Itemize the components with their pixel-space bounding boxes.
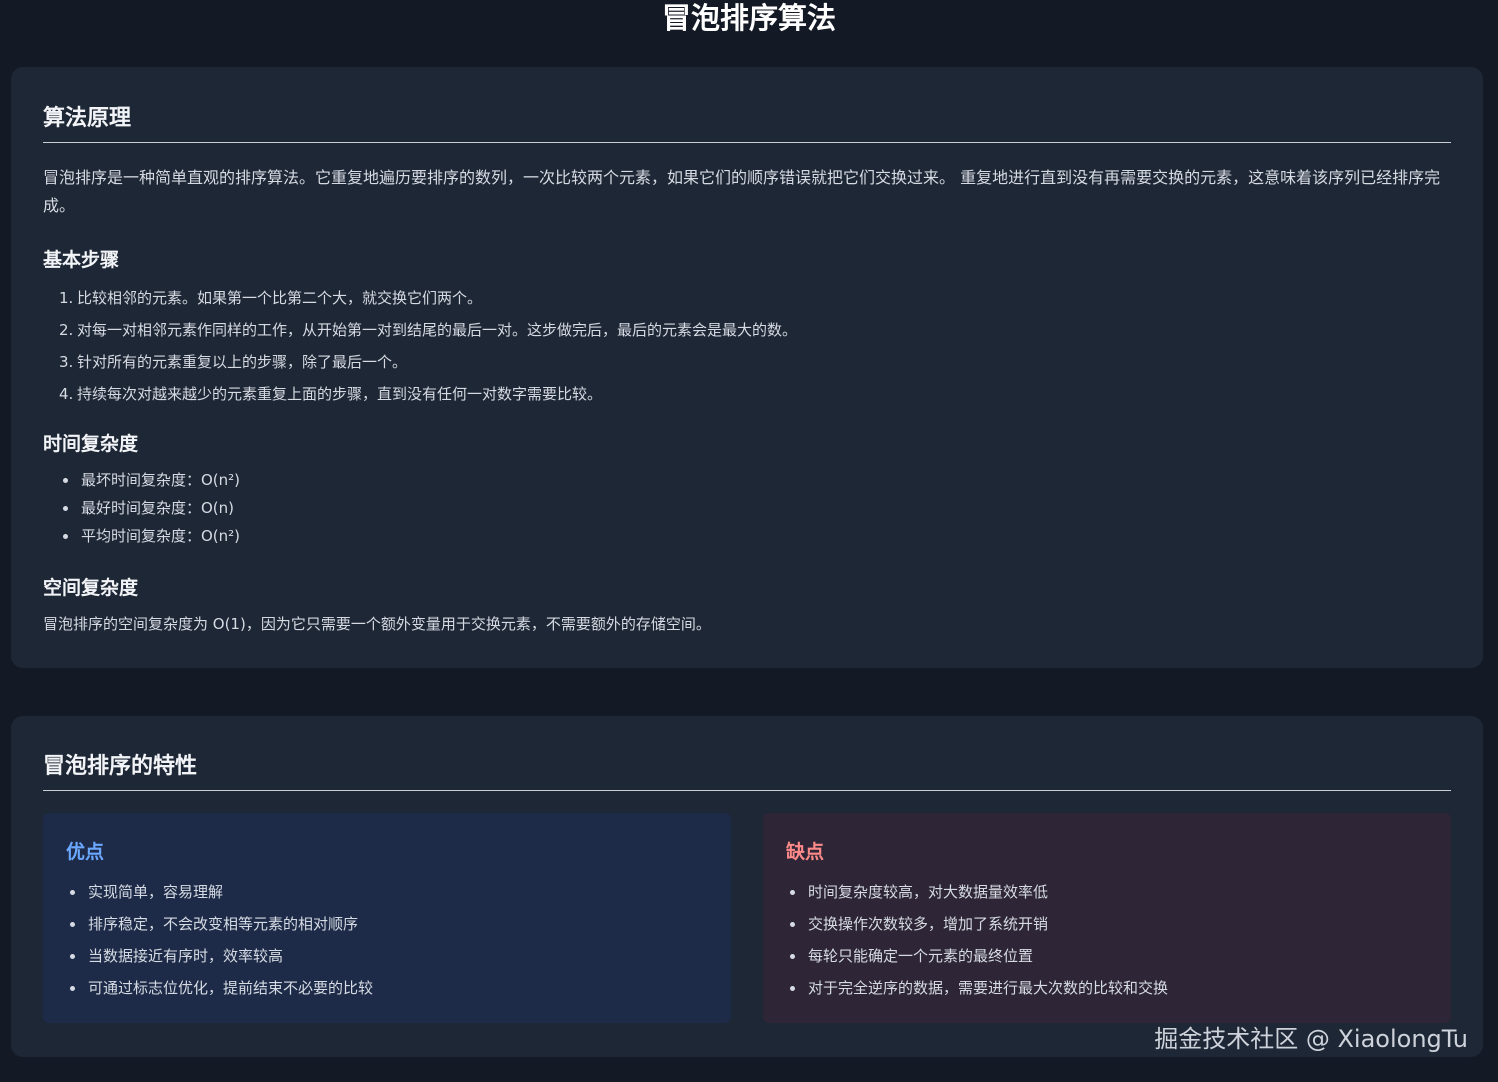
pros-panel: 优点 实现简单，容易理解 排序稳定，不会改变相等元素的相对顺序 当数据接近有序时… xyxy=(43,813,731,1023)
time-complexity-list: 最坏时间复杂度：O(n²) 最好时间复杂度：O(n) 平均时间复杂度：O(n²) xyxy=(59,466,240,550)
page-title: 冒泡排序算法 xyxy=(661,1,836,35)
cons-list: 时间复杂度较高，对大数据量效率低 交换操作次数较多，增加了系统开销 每轮只能确定… xyxy=(786,876,1168,1004)
list-item: 平均时间复杂度：O(n²) xyxy=(59,522,240,550)
list-item: 交换操作次数较多，增加了系统开销 xyxy=(786,908,1168,940)
step-item: 1. 比较相邻的元素。如果第一个比第二个大，就交换它们两个。 xyxy=(59,289,483,307)
list-item: 可通过标志位优化，提前结束不必要的比较 xyxy=(66,972,373,1004)
steps-heading: 基本步骤 xyxy=(43,249,120,271)
list-item: 最好时间复杂度：O(n) xyxy=(59,494,240,522)
principle-heading: 算法原理 xyxy=(43,100,1451,143)
list-item: 对于完全逆序的数据，需要进行最大次数的比较和交换 xyxy=(786,972,1168,1004)
list-item: 最坏时间复杂度：O(n²) xyxy=(59,466,240,494)
watermark: 掘金技术社区 @ XiaolongTu xyxy=(1154,1025,1468,1053)
steps-list: 1. 比较相邻的元素。如果第一个比第二个大，就交换它们两个。 2. 对每一对相邻元素… xyxy=(59,282,797,410)
step-item: 3. 针对所有的元素重复以上的步骤，除了最后一个。 xyxy=(59,353,408,371)
list-item: 实现简单，容易理解 xyxy=(66,876,373,908)
pros-list: 实现简单，容易理解 排序稳定，不会改变相等元素的相对顺序 当数据接近有序时，效率… xyxy=(66,876,373,1004)
space-complexity-heading: 空间复杂度 xyxy=(43,577,139,599)
cons-panel: 缺点 时间复杂度较高，对大数据量效率低 交换操作次数较多，增加了系统开销 每轮只… xyxy=(763,813,1451,1023)
step-item: 2. 对每一对相邻元素作同样的工作，从开始第一对到结尾的最后一对。这步做完后，最后… xyxy=(59,321,798,339)
step-item: 4. 持续每次对越来越少的元素重复上面的步骤，直到没有任何一对数字需要比较。 xyxy=(59,385,603,403)
list-item: 排序稳定，不会改变相等元素的相对顺序 xyxy=(66,908,373,940)
cons-title: 缺点 xyxy=(786,841,825,863)
pros-title: 优点 xyxy=(66,841,105,863)
list-item: 当数据接近有序时，效率较高 xyxy=(66,940,373,972)
list-item: 时间复杂度较高，对大数据量效率低 xyxy=(786,876,1168,908)
space-complexity-text: 冒泡排序的空间复杂度为 O(1)，因为它只需要一个额外变量用于交换元素，不需要额… xyxy=(43,615,711,633)
list-item: 每轮只能确定一个元素的最终位置 xyxy=(786,940,1168,972)
traits-heading: 冒泡排序的特性 xyxy=(43,748,1451,791)
principle-intro: 冒泡排序是一种简单直观的排序算法。它重复地遍历要排序的数列，一次比较两个元素，如… xyxy=(43,168,1441,215)
time-complexity-heading: 时间复杂度 xyxy=(43,433,139,455)
traits-card: 冒泡排序的特性 优点 实现简单，容易理解 排序稳定，不会改变相等元素的相对顺序 … xyxy=(11,716,1483,1057)
principle-card: 算法原理 冒泡排序是一种简单直观的排序算法。它重复地遍历要排序的数列，一次比较两… xyxy=(11,67,1483,668)
